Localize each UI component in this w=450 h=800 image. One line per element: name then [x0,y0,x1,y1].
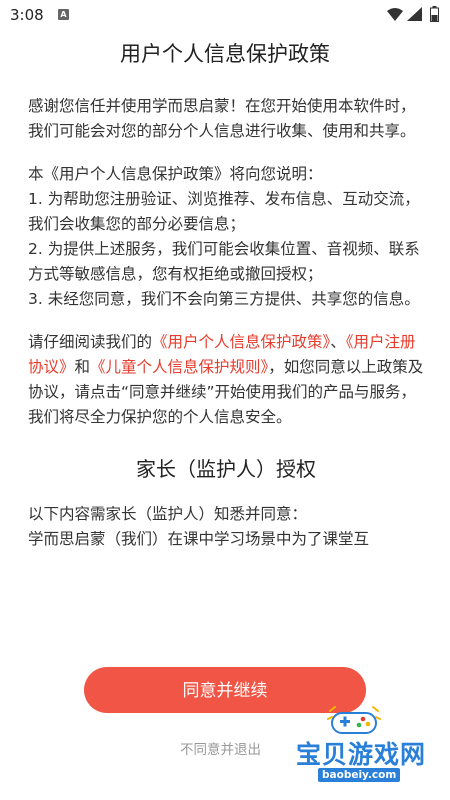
disagree-exit-link[interactable]: 不同意并退出 [180,738,261,758]
watermark-url: baobeiy.com [318,768,401,782]
notification-a-icon: A [58,9,69,20]
guardian-text: 以下内容需家长（监护人）知悉并同意： [28,505,308,523]
read-prefix: 请仔细阅读我们的 [28,333,153,351]
status-time: 3:08 [10,6,44,24]
point-2: 2. 为提供上述服务，我们可能会收集位置、音视频、联系方式等敏感信息，您有权拒绝… [28,240,420,283]
signal-icon [407,7,422,21]
policy-content[interactable]: 感谢您信任并使用学而思启蒙！在您开始使用本软件时，我们可能会对您的部分个人信息进… [28,94,424,639]
gamepad-icon [327,706,381,734]
watermark: 宝贝游戏网 baobeiy.com [296,705,446,785]
read-notice: 请仔细阅读我们的《用户个人信息保护政策》、《用户注册协议》和《儿童个人信息保护规… [28,330,424,430]
point-1: 1. 为帮助您注册验证、浏览推荐、发布信息、互动交流，我们会收集您的部分必要信息… [28,190,420,233]
status-bar: 3:08 A [0,0,450,30]
guardian-title: 家长（监护人）授权 [136,457,316,481]
and-text: 和 [74,358,91,376]
explain-heading: 本《用户个人信息保护政策》将向您说明： [28,165,323,183]
watermark-text: 宝贝游戏网 [296,740,427,769]
content-fade [0,600,450,645]
children-rules-link[interactable]: 《儿童个人信息保护规则》 [90,358,268,376]
privacy-policy-link[interactable]: 《用户个人信息保护政策》 [152,333,330,351]
battery-icon [430,6,439,22]
guardian-text-2: 学而思启蒙（我们）在课中学习场景中为了课堂互 [28,530,370,548]
wifi-icon [387,8,403,21]
separator: 、 [330,333,346,351]
point-3: 3. 未经您同意，我们不会向第三方提供、共享您的信息。 [28,290,420,308]
intro-text: 感谢您信任并使用学而思启蒙！在您开始使用本软件时，我们可能会对您的部分个人信息进… [28,97,416,140]
dialog-title: 用户个人信息保护政策 [120,42,330,66]
